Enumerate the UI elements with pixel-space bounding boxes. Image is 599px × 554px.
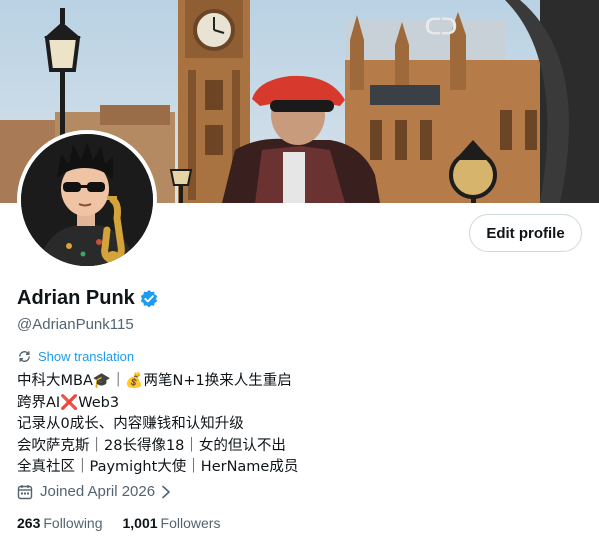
joined-date-row[interactable]: Joined April 2026 <box>17 483 172 500</box>
profile-avatar[interactable] <box>17 130 157 270</box>
bio-line: 记录从0成长、内容赚钱和认知升级 <box>17 416 244 432</box>
svg-text:ᑕᑐ: ᑕᑐ <box>425 14 457 39</box>
verified-badge-icon[interactable] <box>139 289 159 309</box>
show-translation-label[interactable]: Show translation <box>38 349 134 364</box>
followers-count: 1,001 <box>122 515 158 531</box>
translate-icon <box>19 351 30 362</box>
joined-date-label: Joined April 2026 <box>40 483 156 500</box>
following-label: Following <box>43 515 103 531</box>
followers-label: Followers <box>160 515 221 531</box>
edit-profile-button[interactable]: Edit profile <box>469 214 582 252</box>
chevron-right-icon[interactable] <box>160 485 172 499</box>
following-count: 263 <box>17 515 41 531</box>
show-translation-link[interactable]: Show translation <box>17 349 134 364</box>
following-link[interactable]: 263 Following <box>17 515 103 531</box>
bio-line: 中科大MBA🎓｜💰两笔N+1换来人生重启 <box>17 373 292 389</box>
calendar-icon <box>17 484 33 499</box>
user-handle: @AdrianPunk115 <box>17 316 134 333</box>
follow-stats: 263 Following 1,001 Followers <box>17 515 240 531</box>
profile-bio: 中科大MBA🎓｜💰两笔N+1换来人生重启 跨界AI❌Web3 记录从0成长、内容… <box>17 371 298 479</box>
bio-line: 全真社区｜Paymight大使｜HerName成员 <box>17 459 299 475</box>
followers-link[interactable]: 1,001 Followers <box>123 515 221 531</box>
bio-line: 会吹萨克斯｜28长得像18｜女的但认不出 <box>17 437 286 454</box>
display-name: Adrian Punk <box>17 287 135 309</box>
bio-line: 跨界AI❌Web3 <box>17 394 120 411</box>
name-row: Adrian Punk <box>17 287 159 310</box>
